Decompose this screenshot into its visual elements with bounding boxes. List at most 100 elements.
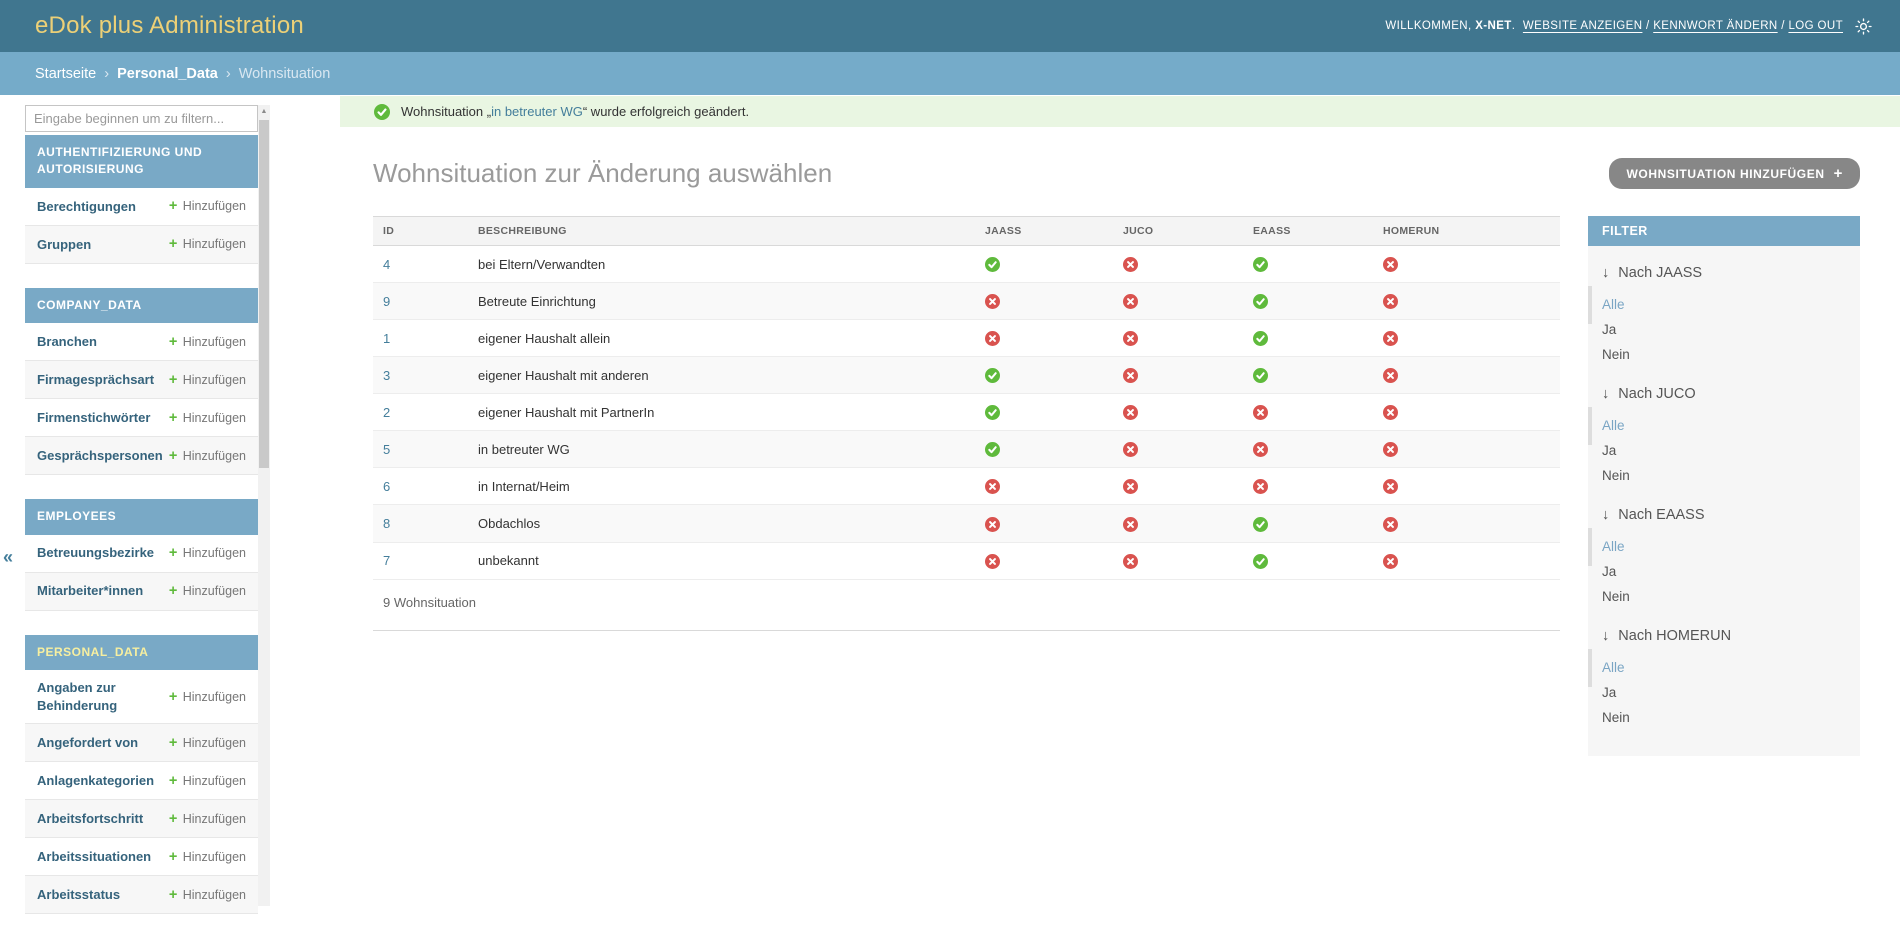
header-link-log-out[interactable]: LOG OUT	[1788, 20, 1843, 32]
jaass-cell	[975, 542, 1113, 579]
add-link-angaben-zur-behinderung[interactable]: + Hinzufügen	[169, 689, 246, 705]
filter-option-nach-homerun-nein[interactable]: Nein	[1588, 705, 1860, 730]
table-body: 4bei Eltern/Verwandten9Betreute Einricht…	[373, 246, 1560, 580]
filter-option-nach-eaass-nein[interactable]: Nein	[1588, 584, 1860, 609]
sidebar-filter-input[interactable]	[25, 105, 258, 132]
sidebar-item-anlagenkategorien: Anlagenkategorien + Hinzufügen	[25, 762, 258, 800]
false-icon	[1253, 479, 1268, 494]
add-link-arbeitssituationen[interactable]: + Hinzufügen	[169, 849, 246, 865]
row-id-link[interactable]: 2	[383, 405, 390, 420]
filter-option-nach-juco-alle[interactable]: Alle	[1588, 413, 1860, 438]
id-cell: 1	[373, 320, 468, 357]
breadcrumb-separator: ›	[96, 66, 117, 82]
row-id-link[interactable]: 8	[383, 516, 390, 531]
result-table: IDBESCHREIBUNGJAASSJUCOEAASSHOMERUN 4bei…	[373, 216, 1560, 580]
sidebar-item-link-gespr-chspersonen[interactable]: Gesprächspersonen	[37, 447, 159, 465]
filter-option-nach-jaass-ja[interactable]: Ja	[1588, 317, 1860, 342]
true-icon	[1253, 257, 1268, 272]
false-icon	[1123, 517, 1138, 532]
filter-option-nach-juco-ja[interactable]: Ja	[1588, 438, 1860, 463]
false-icon	[1383, 368, 1398, 383]
add-link-firmenstichw-rter[interactable]: + Hinzufügen	[169, 410, 246, 426]
column-header-id: ID	[373, 217, 468, 246]
sidebar-collapse-button[interactable]: «	[3, 547, 13, 568]
sidebar-scrollbar[interactable]: ▲	[258, 105, 270, 906]
id-cell: 7	[373, 542, 468, 579]
row-id-link[interactable]: 7	[383, 553, 390, 568]
sidebar-item-link-betreuungsbezirke[interactable]: Betreuungsbezirke	[37, 544, 154, 562]
success-check-icon	[374, 104, 390, 120]
add-link-firmagespr-chsart[interactable]: + Hinzufügen	[169, 372, 246, 388]
sidebar-item-link-firmenstichw-rter[interactable]: Firmenstichwörter	[37, 409, 150, 427]
homerun-cell	[1373, 431, 1560, 468]
homerun-cell	[1373, 394, 1560, 431]
sidebar-item-link-branchen[interactable]: Branchen	[37, 333, 97, 351]
sidebar-item-berechtigungen: Berechtigungen + Hinzufügen	[25, 188, 258, 226]
add-link-betreuungsbezirke[interactable]: + Hinzufügen	[169, 545, 246, 561]
sidebar-section-personal-data: PERSONAL_DATAAngaben zur Behinderung+ Hi…	[25, 635, 258, 914]
sidebar-item-link-anlagenkategorien[interactable]: Anlagenkategorien	[37, 772, 154, 790]
table-row: 5in betreuter WG	[373, 431, 1560, 468]
add-link-gruppen[interactable]: + Hinzufügen	[169, 236, 246, 252]
row-id-link[interactable]: 1	[383, 331, 390, 346]
add-link-arbeitsstatus[interactable]: + Hinzufügen	[169, 887, 246, 903]
jaass-cell	[975, 431, 1113, 468]
sidebar-item-link-arbeitsstatus[interactable]: Arbeitsstatus	[37, 886, 120, 904]
filter-option-nach-jaass-nein[interactable]: Nein	[1588, 342, 1860, 367]
false-icon	[985, 294, 1000, 309]
sidebar-item-link-firmagespr-chsart[interactable]: Firmagesprächsart	[37, 371, 154, 389]
section-header-authentifizierung-und-autorisierung: AUTHENTIFIZIERUNG UND AUTORISIERUNG	[25, 135, 258, 188]
filter-option-nach-eaass-alle[interactable]: Alle	[1588, 534, 1860, 559]
add-link-gespr-chspersonen[interactable]: + Hinzufügen	[169, 448, 246, 464]
sidebar-item-link-arbeitsfortschritt[interactable]: Arbeitsfortschritt	[37, 810, 143, 828]
filter-option-nach-homerun-ja[interactable]: Ja	[1588, 680, 1860, 705]
sidebar-item-link-gruppen[interactable]: Gruppen	[37, 236, 91, 254]
theme-toggle-button[interactable]	[1855, 18, 1872, 35]
sort-down-icon: ↓	[1602, 265, 1609, 281]
sort-down-icon: ↓	[1602, 507, 1609, 523]
add-link-branchen[interactable]: + Hinzufügen	[169, 334, 246, 350]
sidebar-section-authentifizierung-und-autorisierung: AUTHENTIFIZIERUNG UND AUTORISIERUNGBerec…	[25, 135, 258, 264]
scroll-up-icon[interactable]: ▲	[258, 105, 270, 118]
sidebar-item-link-angefordert-von[interactable]: Angefordert von	[37, 734, 138, 752]
juco-cell	[1113, 283, 1243, 320]
add-link-arbeitsfortschritt[interactable]: + Hinzufügen	[169, 811, 246, 827]
username: X-NET	[1475, 20, 1512, 32]
filter-option-nach-homerun-alle[interactable]: Alle	[1588, 655, 1860, 680]
sidebar-item-arbeitsstatus: Arbeitsstatus + Hinzufügen	[25, 876, 258, 914]
filter-group-nach-jaass: ↓ Nach JAASSAlleJaNein	[1588, 265, 1860, 367]
juco-cell	[1113, 468, 1243, 505]
add-link-mitarbeiter-innen[interactable]: + Hinzufügen	[169, 583, 246, 599]
row-id-link[interactable]: 6	[383, 479, 390, 494]
filter-option-nach-juco-nein[interactable]: Nein	[1588, 463, 1860, 488]
scrollbar-thumb[interactable]	[259, 120, 269, 468]
row-id-link[interactable]: 5	[383, 442, 390, 457]
sidebar-section-employees: EMPLOYEESBetreuungsbezirke+ HinzufügenMi…	[25, 499, 258, 610]
add-link-anlagenkategorien[interactable]: + Hinzufügen	[169, 773, 246, 789]
main-content: Wohnsituation „in betreuter WG“ wurde er…	[340, 95, 1900, 756]
column-header-jaass: JAASS	[975, 217, 1113, 246]
sidebar-item-link-arbeitssituationen[interactable]: Arbeitssituationen	[37, 848, 151, 866]
sidebar-item-link-mitarbeiter-innen[interactable]: Mitarbeiter*innen	[37, 582, 143, 600]
table-row: 8Obdachlos	[373, 505, 1560, 542]
breadcrumb-item-startseite[interactable]: Startseite	[35, 66, 96, 82]
filter-option-nach-eaass-ja[interactable]: Ja	[1588, 559, 1860, 584]
message-object-link[interactable]: in betreuter WG	[491, 104, 583, 119]
welcome-suffix: .	[1512, 20, 1516, 32]
filter-option-nach-jaass-alle[interactable]: Alle	[1588, 292, 1860, 317]
add-wohnsituation-button[interactable]: WOHNSITUATION HINZUFÜGEN +	[1609, 158, 1860, 189]
row-id-link[interactable]: 9	[383, 294, 390, 309]
column-header-eaass: EAASS	[1243, 217, 1373, 246]
beschreibung-cell: unbekannt	[468, 542, 975, 579]
plus-icon: +	[169, 334, 177, 350]
row-id-link[interactable]: 3	[383, 368, 390, 383]
add-link-berechtigungen[interactable]: + Hinzufügen	[169, 198, 246, 214]
row-id-link[interactable]: 4	[383, 257, 390, 272]
beschreibung-cell: Betreute Einrichtung	[468, 283, 975, 320]
header-link-kennwort-ndern[interactable]: KENNWORT ÄNDERN	[1653, 20, 1777, 32]
header-link-website-anzeigen[interactable]: WEBSITE ANZEIGEN	[1523, 20, 1643, 32]
add-link-angefordert-von[interactable]: + Hinzufügen	[169, 735, 246, 751]
sidebar-item-link-berechtigungen[interactable]: Berechtigungen	[37, 198, 136, 216]
breadcrumb-item-personal-data[interactable]: Personal_Data	[117, 66, 218, 82]
sidebar-item-link-angaben-zur-behinderung[interactable]: Angaben zur Behinderung	[37, 679, 159, 714]
